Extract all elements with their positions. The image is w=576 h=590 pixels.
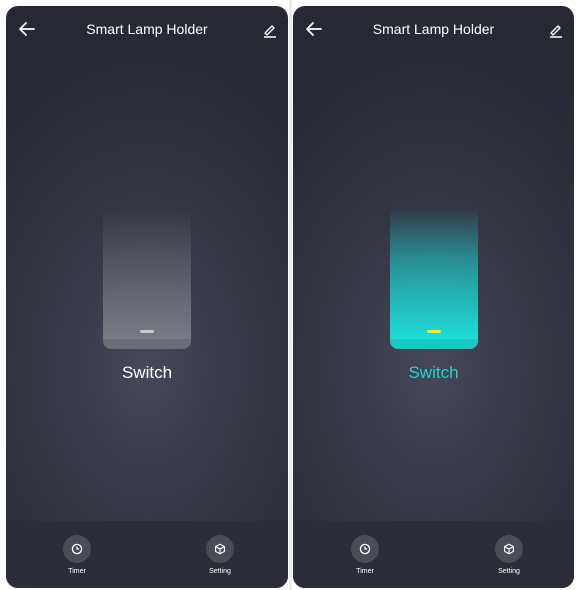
settings-cube-icon: [504, 543, 514, 555]
timer-button-circle: [63, 535, 91, 563]
switch-base: [389, 339, 478, 349]
screen-divider: [289, 0, 292, 590]
setting-button[interactable]: Setting: [190, 535, 250, 575]
bottom-action-bar: Timer Setting: [293, 521, 574, 588]
phone-screen-on: Smart Lamp Holder Switch Timer Setting: [293, 6, 574, 588]
switch-indicator: [426, 330, 441, 333]
timer-button-circle: [351, 535, 379, 563]
page-title: Smart Lamp Holder: [86, 21, 208, 37]
setting-button-circle: [495, 535, 523, 563]
timer-label: Timer: [356, 568, 374, 575]
setting-button-circle: [206, 535, 234, 563]
switch-label: Switch: [408, 363, 459, 382]
clock-icon: [359, 543, 371, 555]
clock-icon: [71, 543, 83, 555]
switch-body: [389, 206, 478, 344]
setting-label: Setting: [209, 568, 231, 575]
setting-button[interactable]: Setting: [479, 535, 539, 575]
edit-pencil-icon[interactable]: [548, 22, 564, 38]
header: Smart Lamp Holder: [6, 6, 288, 56]
settings-cube-icon: [215, 543, 225, 555]
lamp-switch-toggle[interactable]: [103, 206, 191, 349]
switch-base: [103, 339, 191, 349]
page-title: Smart Lamp Holder: [372, 21, 495, 37]
bottom-action-bar: Timer Setting: [6, 521, 288, 588]
header: Smart Lamp Holder: [293, 6, 574, 56]
lamp-switch-toggle[interactable]: [389, 206, 478, 349]
timer-button[interactable]: Timer: [47, 535, 107, 575]
switch-body: [103, 206, 191, 344]
phone-screen-off: Smart Lamp Holder Switch Timer Setting: [6, 6, 288, 588]
switch-label: Switch: [121, 363, 173, 382]
edit-pencil-icon[interactable]: [262, 22, 278, 38]
timer-button[interactable]: Timer: [335, 535, 395, 575]
setting-label: Setting: [498, 568, 520, 575]
switch-indicator: [140, 330, 154, 333]
timer-label: Timer: [68, 568, 86, 575]
